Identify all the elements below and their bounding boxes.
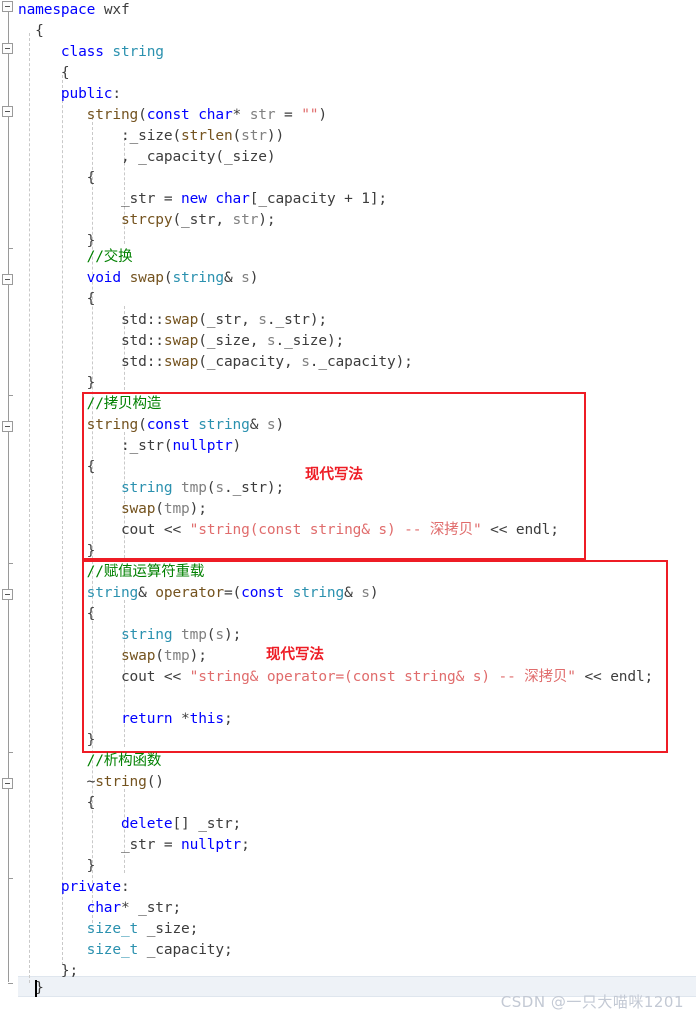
code-line[interactable]: size_t _capacity; <box>18 940 233 961</box>
code-line[interactable]: ~string() <box>18 772 164 793</box>
code-line[interactable]: :_str(nullptr) <box>18 436 241 457</box>
code-line[interactable]: class string <box>18 42 164 63</box>
code-line[interactable]: size_t _size; <box>18 919 199 940</box>
modern-style-note-1: 现代写法 <box>305 467 363 483</box>
code-line[interactable]: , _capacity(_size) <box>18 147 276 168</box>
code-line[interactable]: { <box>18 604 96 625</box>
code-line[interactable]: char* _str; <box>18 898 182 919</box>
code-line[interactable]: { <box>18 168 96 189</box>
text-caret <box>35 980 37 997</box>
code-line[interactable]: //拷贝构造 <box>18 394 162 415</box>
code-line[interactable] <box>18 688 121 709</box>
code-line[interactable]: } <box>18 373 96 394</box>
code-line[interactable]: } <box>18 856 96 877</box>
code-line[interactable]: return *this; <box>18 709 233 730</box>
code-line[interactable]: void swap(string& s) <box>18 268 259 289</box>
code-line[interactable]: { <box>18 793 96 814</box>
code-line[interactable]: { <box>18 457 96 478</box>
code-line[interactable]: cout << "string& operator=(const string&… <box>18 667 653 688</box>
code-line[interactable]: //赋值运算符重载 <box>18 562 205 583</box>
code-line[interactable]: swap(tmp); <box>18 499 207 520</box>
code-line[interactable]: //析构函数 <box>18 751 162 772</box>
code-line[interactable]: } <box>18 541 96 562</box>
code-editor[interactable]: namespace wxf { class string { public: s… <box>0 0 696 1018</box>
code-line[interactable]: { <box>18 21 44 42</box>
code-text-layer[interactable]: namespace wxf { class string { public: s… <box>0 0 696 1018</box>
code-line[interactable]: string(const string& s) <box>18 415 285 436</box>
code-line[interactable]: delete[] _str; <box>18 814 241 835</box>
code-line[interactable]: string tmp(s); <box>18 625 241 646</box>
code-line[interactable]: } <box>18 730 96 751</box>
code-line[interactable]: } <box>18 978 44 999</box>
code-line[interactable]: { <box>18 63 70 84</box>
code-line[interactable]: strcpy(_str, str); <box>18 210 276 231</box>
code-line[interactable]: private: <box>18 877 130 898</box>
code-line[interactable]: string tmp(s._str); <box>18 478 284 499</box>
code-line[interactable]: swap(tmp); <box>18 646 207 667</box>
code-line[interactable]: _str = nullptr; <box>18 835 250 856</box>
code-line[interactable]: std::swap(_size, s._size); <box>18 331 344 352</box>
code-line[interactable]: { <box>18 289 96 310</box>
code-line[interactable]: string& operator=(const string& s) <box>18 583 379 604</box>
code-line[interactable]: :_size(strlen(str)) <box>18 126 284 147</box>
code-line[interactable]: _str = new char[_capacity + 1]; <box>18 189 387 210</box>
code-line[interactable]: //交换 <box>18 247 133 268</box>
code-line[interactable]: string(const char* str = "") <box>18 105 327 126</box>
code-line[interactable]: cout << "string(const string& s) -- 深拷贝"… <box>18 520 559 541</box>
code-line[interactable]: std::swap(_capacity, s._capacity); <box>18 352 413 373</box>
modern-style-note-2: 现代写法 <box>266 647 324 663</box>
code-line[interactable]: namespace wxf <box>18 0 130 21</box>
code-line[interactable]: std::swap(_str, s._str); <box>18 310 327 331</box>
code-line[interactable]: public: <box>18 84 121 105</box>
csdn-watermark: CSDN @一只大喵咪1201 <box>500 993 684 1011</box>
